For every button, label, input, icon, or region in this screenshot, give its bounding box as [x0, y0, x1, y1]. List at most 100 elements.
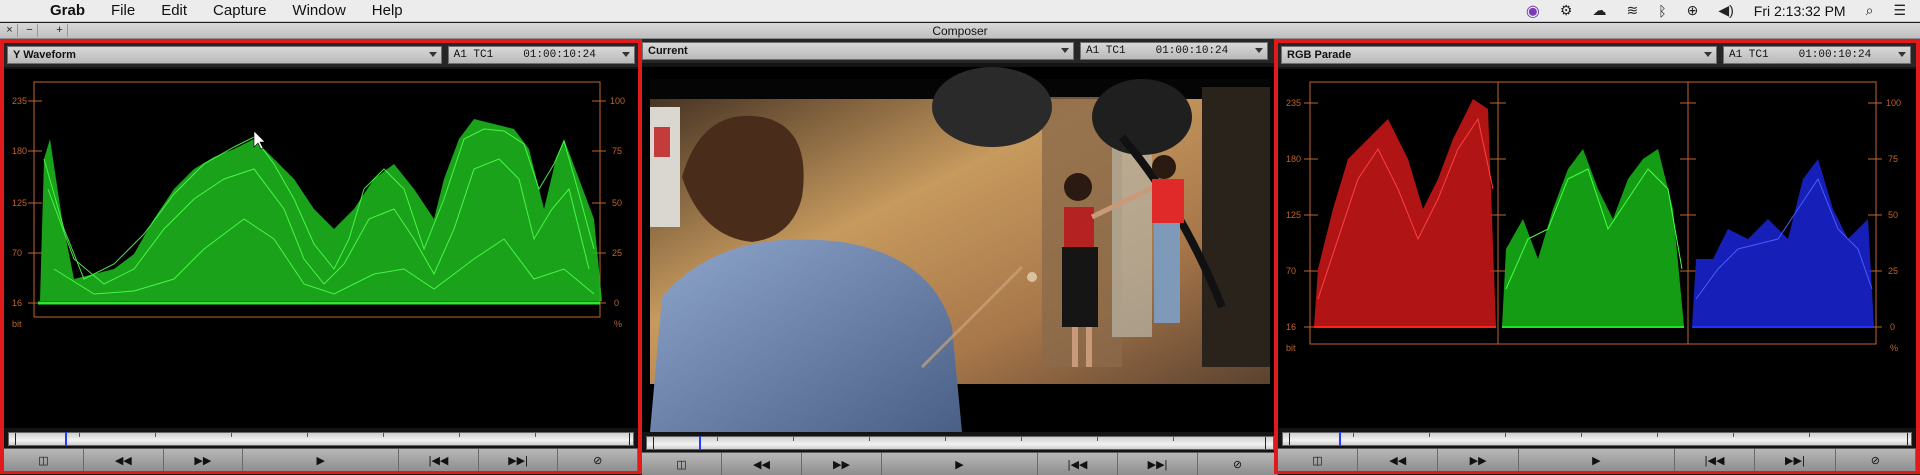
scale-label: 125	[12, 198, 27, 208]
percent-label: 100	[610, 96, 625, 106]
scale-label: bit	[12, 319, 22, 329]
fast-forward-button[interactable]: ▶▶	[1438, 449, 1519, 471]
tick	[1429, 433, 1430, 437]
tick	[1733, 433, 1734, 437]
percent-label: 0	[614, 298, 619, 308]
tick	[869, 437, 870, 441]
scale-label: 125	[1286, 210, 1301, 220]
clock[interactable]: Fri 2:13:32 PM	[1754, 3, 1846, 19]
scale-label: 235	[12, 96, 27, 106]
notification-center-icon[interactable]: ☰	[1893, 2, 1906, 19]
no-entry-icon: ⊘	[1232, 458, 1243, 471]
step-back-button[interactable]: |◀◀	[399, 449, 479, 471]
tick	[793, 437, 794, 441]
center-timecode-menu[interactable]: A1 TC1 01:00:10:24	[1080, 42, 1268, 60]
no-entry-icon: ⊘	[593, 454, 603, 467]
volume-icon[interactable]: ◀)	[1718, 2, 1733, 19]
rewind-icon: ◀◀	[114, 454, 132, 467]
playhead[interactable]	[1339, 432, 1341, 446]
tick	[459, 433, 460, 437]
right-timecode: 01:00:10:24	[1798, 49, 1872, 61]
search-icon[interactable]: ⌕	[1866, 2, 1874, 19]
playhead[interactable]	[65, 432, 67, 446]
scale-label: 235	[1286, 98, 1301, 108]
left-panel-header: Y Waveform A1 TC1 01:00:10:24	[4, 43, 638, 67]
split-icon: ◫	[1312, 454, 1323, 467]
scale-label: 16	[1286, 322, 1296, 332]
percent-label: 50	[1888, 210, 1898, 220]
menu-window[interactable]: Window	[279, 2, 358, 19]
chevron-down-icon	[1704, 52, 1712, 57]
woman-red-shirt	[1152, 155, 1184, 323]
blue-channel-trace	[1692, 159, 1874, 327]
bluetooth-icon[interactable]: ᛒ	[1658, 3, 1666, 19]
accessibility-icon[interactable]: ⊕	[1687, 2, 1699, 19]
app-status-icon[interactable]: ◉	[1526, 1, 1540, 21]
play-button[interactable]: ▶	[1518, 449, 1675, 471]
step-back-button[interactable]: |◀◀	[1038, 453, 1118, 475]
step-back-icon: |◀◀	[1067, 458, 1088, 471]
step-forward-button[interactable]: ▶▶|	[478, 449, 559, 471]
red-channel-trace	[1314, 99, 1496, 327]
cloud-icon[interactable]: ☁	[1592, 2, 1606, 19]
left-mode-menu[interactable]: Y Waveform	[7, 46, 442, 64]
menu-help[interactable]: Help	[359, 2, 416, 19]
right-timeline-scrubber[interactable]	[1282, 432, 1912, 446]
menu-app[interactable]: Grab	[46, 2, 98, 19]
no-entry-button[interactable]: ⊘	[1835, 449, 1917, 471]
split-icon: ◫	[38, 454, 49, 467]
left-timecode-menu[interactable]: A1 TC1 01:00:10:24	[447, 46, 635, 64]
split-button[interactable]: ◫	[642, 453, 722, 475]
step-forward-button[interactable]: ▶▶|	[1118, 453, 1198, 475]
wifi-icon[interactable]: ≋	[1626, 2, 1638, 19]
tick	[1581, 433, 1582, 437]
chevron-down-icon	[1255, 48, 1263, 53]
step-forward-icon: ▶▶|	[1785, 454, 1805, 467]
rewind-button[interactable]: ◀◀	[84, 449, 164, 471]
step-back-button[interactable]: |◀◀	[1674, 449, 1756, 471]
playhead[interactable]	[699, 436, 701, 450]
chevron-down-icon	[428, 52, 437, 57]
rewind-button[interactable]: ◀◀	[722, 453, 802, 475]
percent-label: 75	[1888, 154, 1898, 164]
right-track-label: A1 TC1	[1729, 49, 1769, 61]
right-mode-menu[interactable]: RGB Parade	[1281, 46, 1717, 64]
right-timecode-menu[interactable]: A1 TC1 01:00:10:24	[1723, 46, 1911, 64]
tick	[307, 433, 308, 437]
menu-file[interactable]: File	[98, 2, 148, 19]
menu-capture[interactable]: Capture	[200, 2, 279, 19]
rewind-button[interactable]: ◀◀	[1358, 449, 1439, 471]
controls-icon[interactable]: ⚙	[1560, 2, 1573, 19]
no-entry-button[interactable]: ⊘	[558, 449, 638, 471]
play-button[interactable]: ▶	[243, 449, 400, 471]
tick	[1353, 433, 1354, 437]
y-waveform-scope: 235 180 125 70 16 bit 100 75 50 25 0 %	[4, 69, 638, 428]
fast-forward-button[interactable]: ▶▶	[802, 453, 882, 475]
left-timeline-scrubber[interactable]	[8, 432, 634, 446]
window-titlebar: × − + Composer	[0, 23, 1920, 39]
window-title: Composer	[932, 24, 988, 38]
left-timecode: 01:00:10:24	[523, 49, 596, 61]
percent-label: 50	[612, 198, 622, 208]
center-mode-menu[interactable]: Current	[642, 42, 1074, 60]
split-button[interactable]: ◫	[1278, 449, 1358, 471]
play-icon: ▶	[316, 454, 325, 467]
tick	[231, 433, 232, 437]
tick	[1097, 437, 1098, 441]
split-button[interactable]: ◫	[4, 449, 84, 471]
rgb-parade-scope: 235 180 125 70 16 bit 100 75 50 25 0 %	[1278, 69, 1916, 428]
menu-edit[interactable]: Edit	[148, 2, 200, 19]
center-timecode: 01:00:10:24	[1155, 45, 1229, 57]
step-forward-icon: ▶▶|	[508, 454, 528, 467]
center-monitor-panel: Current A1 TC1 01:00:10:24 ◫ ◀◀ ▶▶ ▶ |◀◀…	[642, 39, 1278, 475]
center-timeline-scrubber[interactable]	[646, 436, 1274, 450]
step-forward-button[interactable]: ▶▶|	[1755, 449, 1836, 471]
play-button[interactable]: ▶	[882, 453, 1038, 475]
step-forward-icon: ▶▶|	[1147, 458, 1168, 471]
percent-label: 0	[1890, 322, 1895, 332]
rewind-icon: ◀◀	[753, 458, 770, 471]
no-entry-button[interactable]: ⊘	[1198, 453, 1278, 475]
tick	[1809, 433, 1810, 437]
fast-forward-button[interactable]: ▶▶	[163, 449, 244, 471]
right-mode-label: RGB Parade	[1287, 49, 1352, 61]
